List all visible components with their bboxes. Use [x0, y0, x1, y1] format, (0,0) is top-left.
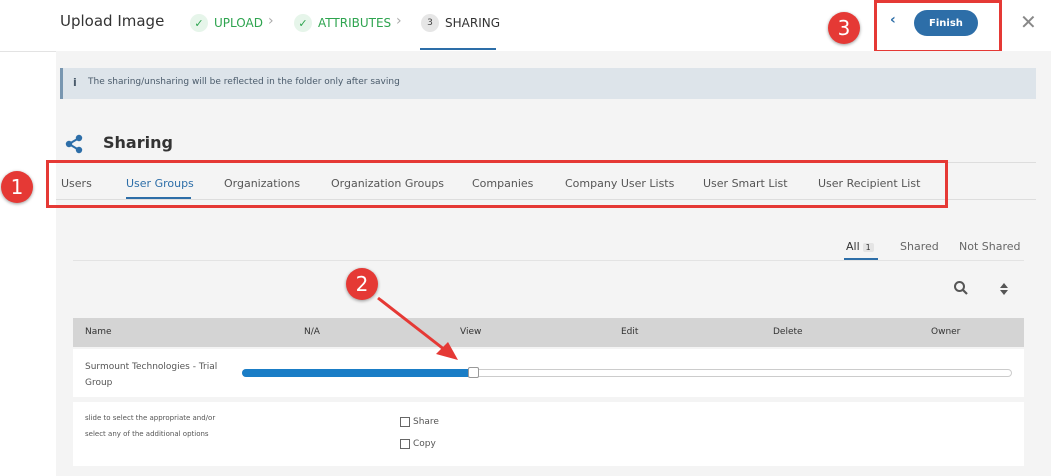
checkbox-icon: [400, 417, 410, 427]
check-icon: ✓: [190, 14, 208, 32]
sort-icon[interactable]: [999, 282, 1009, 296]
divider: [73, 260, 1024, 261]
finish-button[interactable]: Finish: [914, 10, 978, 36]
checkbox-icon: [400, 439, 410, 449]
filter-all-count: 1: [862, 243, 874, 252]
step-upload-label: UPLOAD: [214, 16, 263, 30]
annotation-arrow-icon: [377, 296, 458, 360]
annotation-badge-1: 1: [1, 171, 33, 203]
filter-all[interactable]: All 1: [846, 240, 874, 253]
check-icon: ✓: [294, 14, 312, 32]
step-attributes-label: ATTRIBUTES: [318, 16, 392, 30]
close-icon[interactable]: ✕: [1020, 10, 1037, 34]
share-label: Share: [413, 417, 439, 427]
copy-checkbox[interactable]: Copy: [400, 439, 436, 449]
column-name: Name: [85, 327, 112, 337]
step-number: 3: [421, 14, 439, 32]
filter-all-label: All: [846, 240, 860, 253]
column-na: N/A: [304, 327, 320, 337]
active-step-underline: [420, 48, 496, 50]
step-upload[interactable]: ✓ UPLOAD: [190, 14, 263, 32]
section-title: Sharing: [103, 133, 173, 152]
filter-not-shared[interactable]: Not Shared: [959, 240, 1021, 253]
step-sharing-label: SHARING: [445, 16, 501, 30]
share-checkbox[interactable]: Share: [400, 417, 439, 427]
info-icon: i: [73, 76, 77, 89]
column-owner: Owner: [931, 327, 961, 337]
permission-slider-fill: [242, 369, 473, 377]
info-banner: i The sharing/unsharing will be reflecte…: [60, 68, 1036, 99]
annotation-badge-3: 3: [828, 12, 860, 44]
step-attributes[interactable]: ✓ ATTRIBUTES: [294, 14, 391, 32]
column-edit: Edit: [621, 327, 639, 337]
table-header: [73, 318, 1024, 347]
annotation-box-tabs: [46, 160, 948, 208]
copy-label: Copy: [413, 439, 436, 449]
chevron-right-icon: ›: [396, 13, 402, 29]
dialog-title: Upload Image: [60, 12, 165, 30]
share-icon: [65, 134, 83, 154]
chevron-left-icon[interactable]: ‹: [890, 12, 896, 28]
search-icon[interactable]: [953, 280, 969, 296]
filter-shared[interactable]: Shared: [900, 240, 939, 253]
info-banner-text: The sharing/unsharing will be reflected …: [88, 77, 400, 87]
step-sharing[interactable]: 3 SHARING: [421, 14, 500, 32]
group-name: Surmount Technologies - Trial Group: [85, 362, 218, 388]
chevron-right-icon: ›: [268, 13, 274, 29]
slider-hint: slide to select the appropriate and/or s…: [85, 414, 216, 438]
column-delete: Delete: [773, 327, 803, 337]
